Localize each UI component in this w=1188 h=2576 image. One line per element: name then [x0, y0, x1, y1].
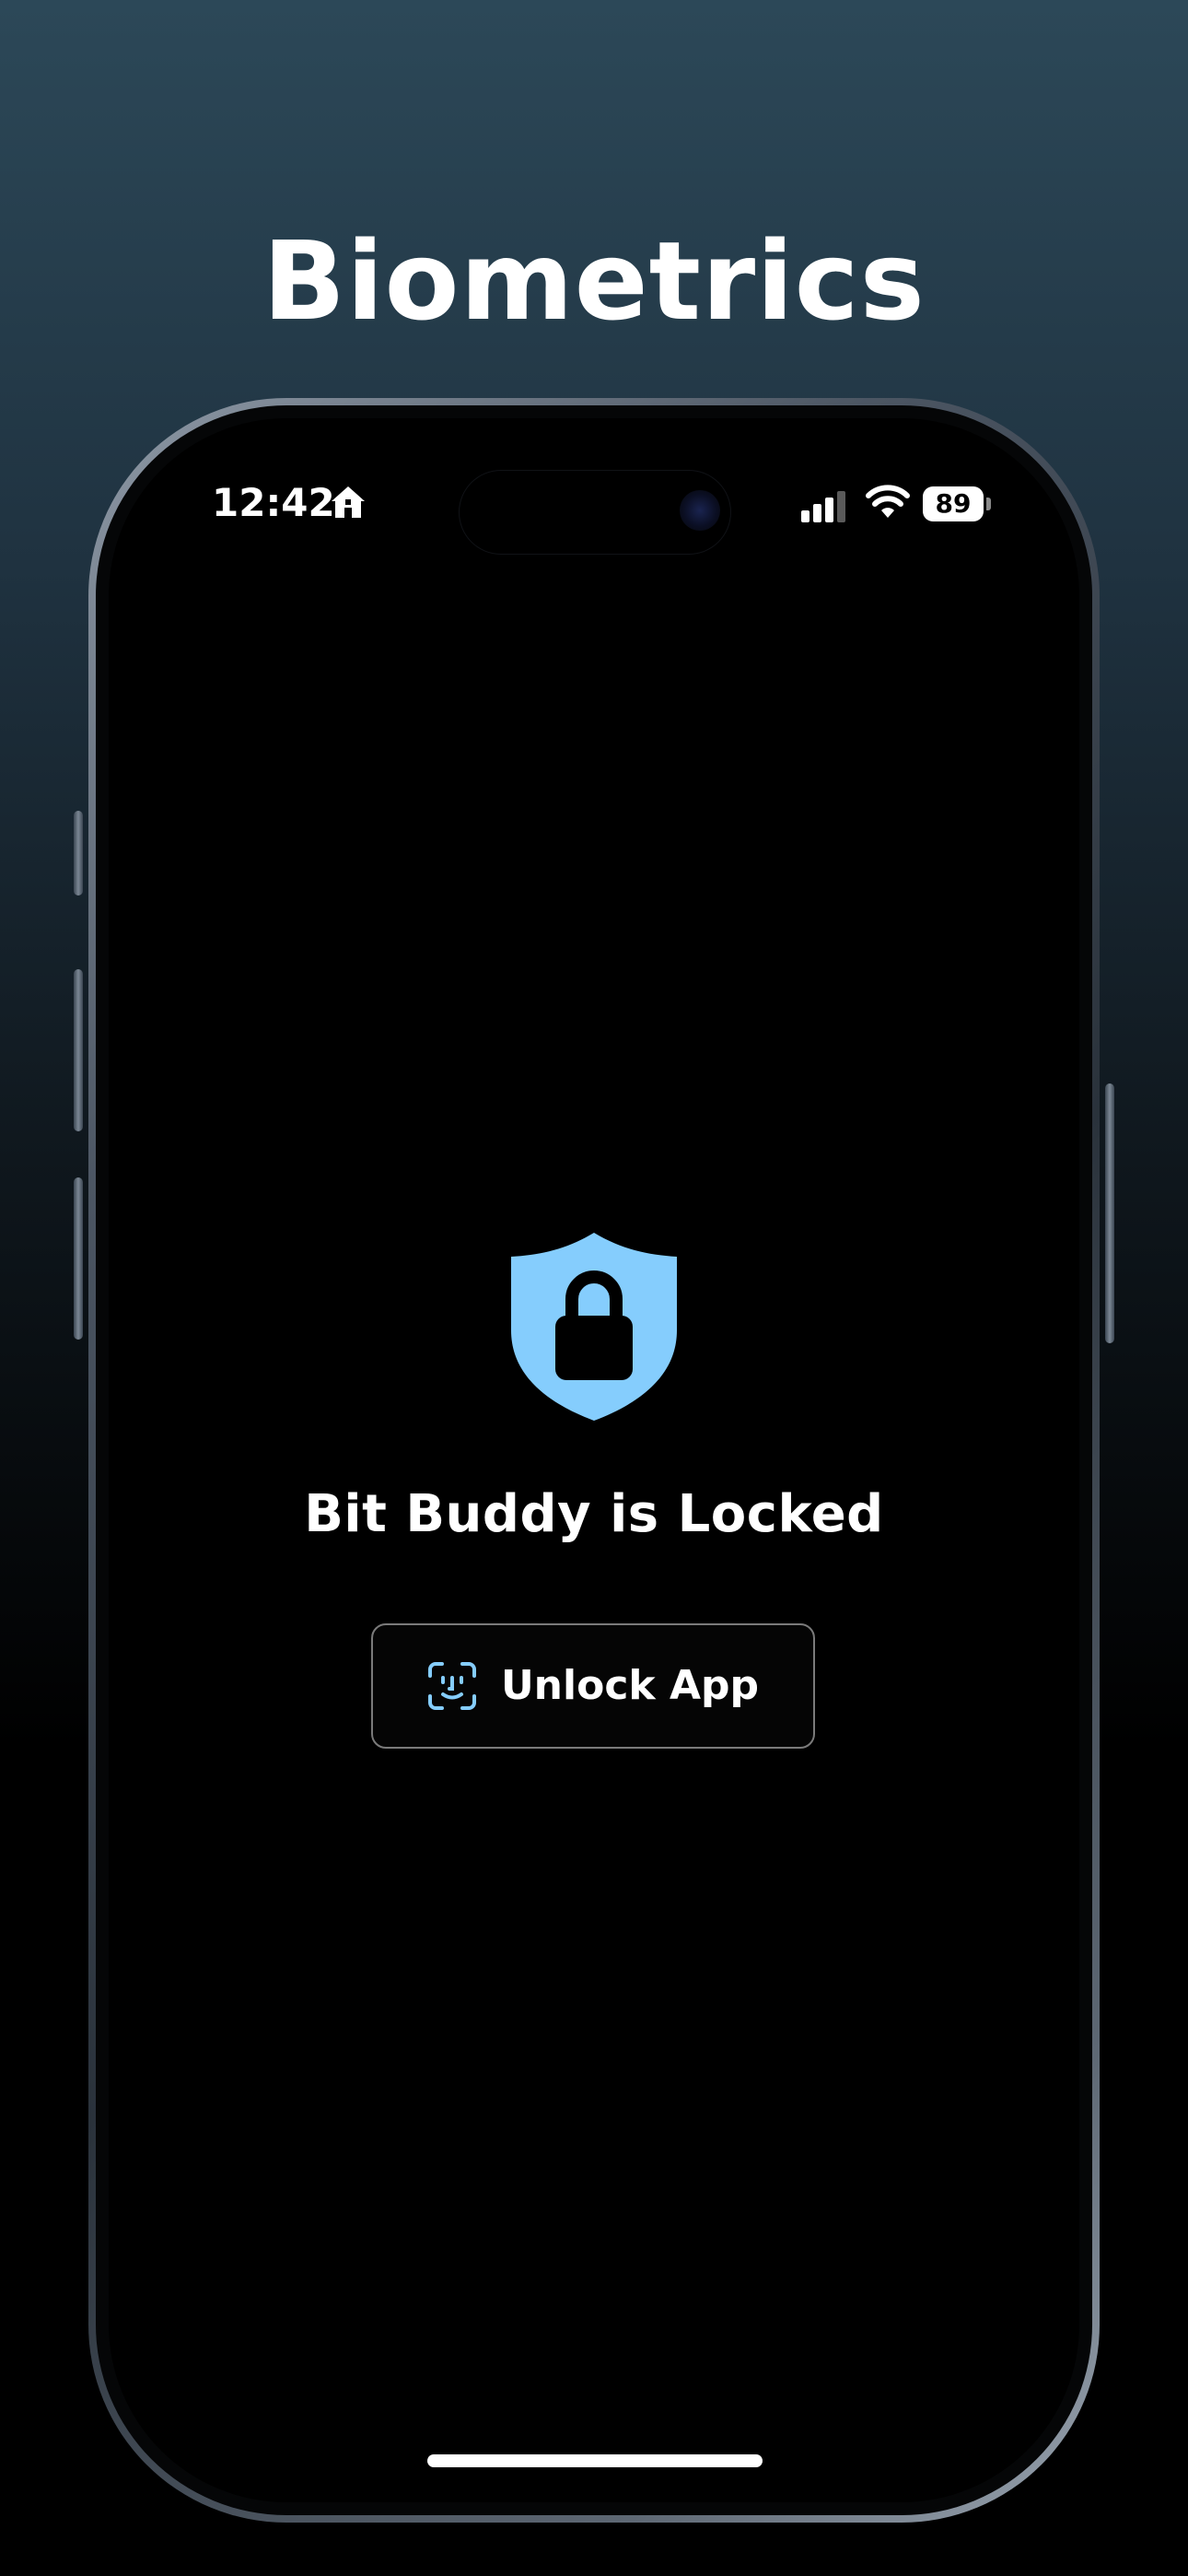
battery-terminal: [986, 498, 991, 510]
front-camera: [680, 490, 720, 531]
lock-title: Bit Buddy is Locked: [304, 1484, 884, 1544]
face-id-icon: [427, 1662, 476, 1710]
home-icon: [332, 486, 365, 518]
battery-icon: 89: [923, 486, 984, 521]
cellular-signal-icon: [801, 491, 845, 522]
phone-power-button: [1105, 1083, 1114, 1343]
phone-screen: 12:42 89 Bit Buddy is Locked Unlock App: [109, 418, 1079, 2502]
home-indicator[interactable]: [427, 2454, 763, 2467]
shield-lock-icon: [511, 1233, 677, 1421]
marketing-headline: Biometrics: [262, 217, 926, 345]
status-time: 12:42: [212, 480, 335, 525]
phone-volume-down-button: [74, 1177, 83, 1340]
phone-action-button: [74, 811, 83, 896]
unlock-button-label: Unlock App: [500, 1662, 760, 1709]
phone-volume-up-button: [74, 969, 83, 1131]
unlock-app-button[interactable]: Unlock App: [371, 1623, 815, 1749]
wifi-icon: [866, 485, 910, 518]
